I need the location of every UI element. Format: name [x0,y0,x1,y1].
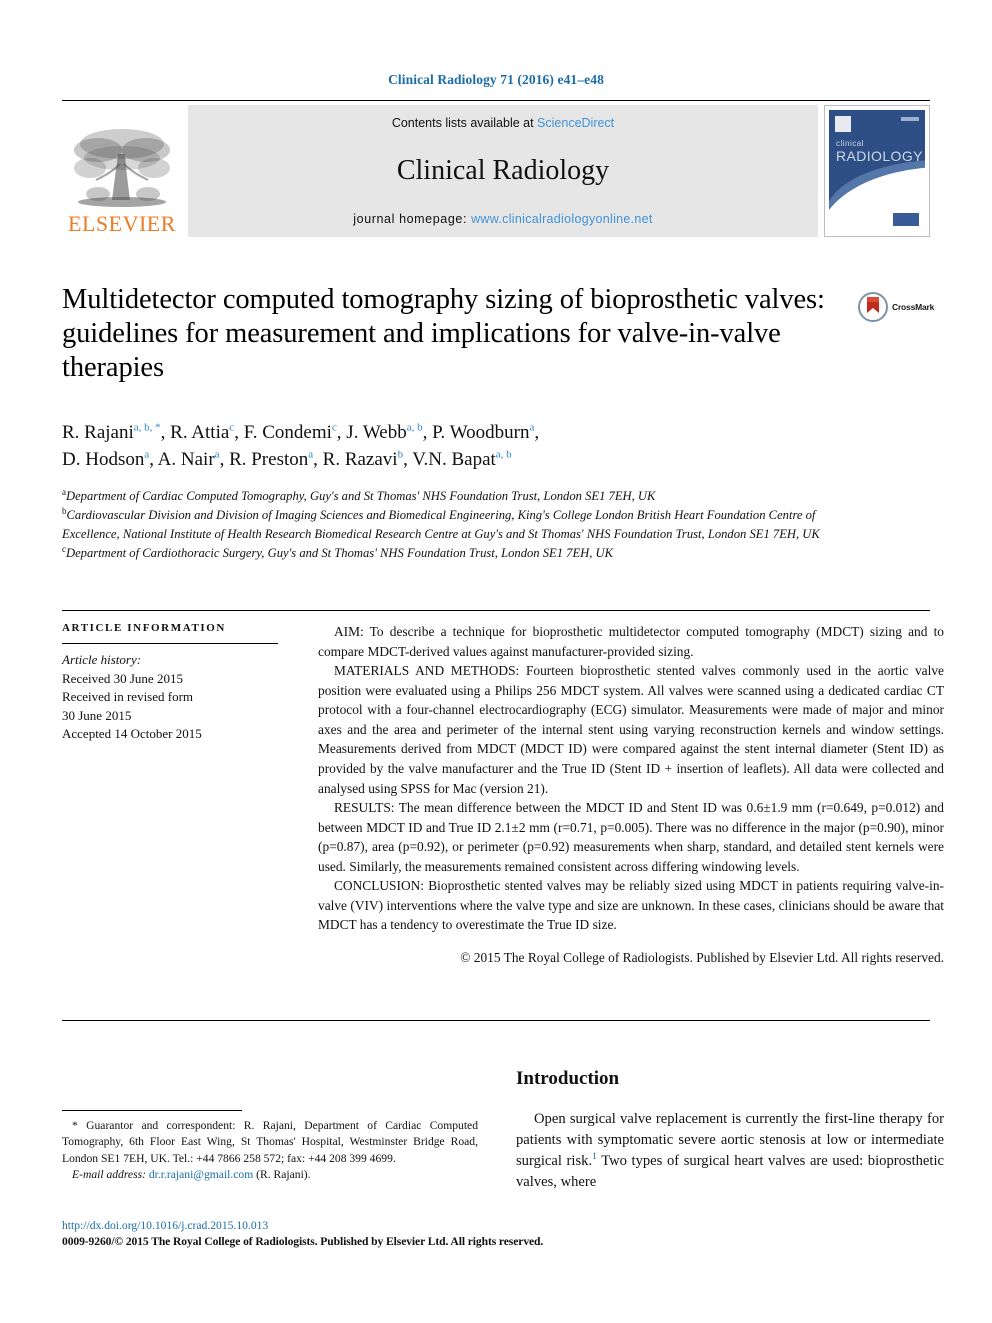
author-line-1: R. Rajania, b, *, R. Attiac, F. Condemic… [62,421,540,443]
abstract-bottom-rule [62,1020,930,1021]
crossmark-icon [858,292,888,322]
email-link[interactable]: dr.r.rajani@gmail.com [149,1168,253,1181]
affiliation-item: aDepartment of Cardiac Computed Tomograp… [62,486,862,505]
page-title: Multidetector computed tomography sizing… [62,284,825,384]
cover-topright-mark [901,117,919,121]
introduction-section: Introduction Open surgical valve replace… [516,1068,944,1194]
elsevier-logo: ELSEVIER [62,105,182,237]
correspondence-footnote: * Guarantor and correspondent: R. Rajani… [62,1118,478,1184]
article-page: Clinical Radiology 71 (2016) e41–e48 ELS… [0,0,992,1323]
footnote-rule [62,1110,242,1111]
email-label: E-mail address: [72,1168,146,1182]
cover-emblem-icon [835,116,851,132]
abstract-materials-and-methods: MATERIALS AND METHODS: Fourteen bioprost… [318,663,944,796]
journal-title: Clinical Radiology [396,155,610,186]
article-information-block: Article information Article history: Rec… [62,622,278,744]
article-history-item: Accepted 14 October 2015 [62,726,202,742]
contents-band: Contents lists available at ScienceDirec… [188,105,818,237]
crossmark-label: CrossMark [892,302,935,312]
article-history-item: 30 June 2015 [62,707,132,723]
affiliation-item: cDepartment of Cardiothoracic Surgery, G… [62,543,862,562]
affiliation-text: Cardiovascular Division and Division of … [62,508,820,541]
abstract-copyright: © 2015 The Royal College of Radiologists… [460,950,944,965]
email-suffix: (R. Rajani). [256,1168,311,1182]
cover-publisher-logo [893,213,919,226]
cover-title-line1: clinical [836,139,865,148]
affiliation-text: Department of Cardiothoracic Surgery, Gu… [66,546,614,561]
cover-title: clinical RADIOLOGY [836,139,923,164]
article-history: Article history: Received 30 June 2015 R… [62,651,278,744]
journal-cover-thumbnail: clinical RADIOLOGY [824,105,930,237]
article-history-item: Received 30 June 2015 [62,670,183,686]
abstract-results: RESULTS: The mean difference between the… [318,800,944,874]
issn-copyright-line: 0009-9260/© 2015 The Royal College of Ra… [62,1234,544,1248]
affiliation-list: aDepartment of Cardiac Computed Tomograp… [62,486,862,563]
doi-link[interactable]: http://dx.doi.org/10.1016/j.crad.2015.10… [62,1218,582,1234]
affiliation-item: bCardiovascular Division and Division of… [62,505,862,543]
journal-masthead: ELSEVIER Contents lists available at Sci… [62,100,930,237]
abstract-top-rule [62,610,930,611]
article-information-rule [62,643,278,644]
contents-lists-prefix: Contents lists available at [391,116,538,130]
abstract-conclusion: CONCLUSION: Bioprosthetic stented valves… [318,878,944,933]
homepage-url-link[interactable]: www.clinicalradiologyonline.net [471,212,653,226]
sciencedirect-link[interactable]: ScienceDirect [537,116,614,130]
title-block: Multidetector computed tomography sizing… [62,283,852,386]
article-information-heading: Article information [62,622,226,634]
homepage-prefix: journal homepage: [353,212,472,226]
article-history-label: Article history: [62,652,142,667]
elsevier-wordmark: ELSEVIER [68,211,176,236]
author-line-2: D. Hodsona, A. Naira, R. Prestona, R. Ra… [62,448,512,470]
email-line: E-mail address: dr.r.rajani@gmail.com (R… [62,1167,478,1183]
introduction-heading: Introduction [516,1068,620,1089]
article-history-item: Received in revised form [62,689,194,705]
doi-block: http://dx.doi.org/10.1016/j.crad.2015.10… [62,1218,582,1250]
abstract: AIM: To describe a technique for biopros… [318,622,944,968]
contents-lists-line: Contents lists available at ScienceDirec… [392,116,614,130]
abstract-aim: AIM: To describe a technique for biopros… [318,624,944,659]
running-head: Clinical Radiology 71 (2016) e41–e48 [388,72,604,87]
affiliation-text: Department of Cardiac Computed Tomograph… [66,489,656,504]
correspondence-text: * Guarantor and correspondent: R. Rajani… [62,1119,478,1165]
cover-title-line2: RADIOLOGY [836,148,923,164]
introduction-paragraph: Open surgical valve replacement is curre… [516,1109,944,1194]
crossmark-badge[interactable]: CrossMark [858,292,934,322]
journal-homepage-line: journal homepage: www.clinicalradiologyo… [353,212,652,226]
elsevier-tree-icon [74,129,170,207]
author-list: R. Rajania, b, *, R. Attiac, F. Condemic… [62,420,942,474]
